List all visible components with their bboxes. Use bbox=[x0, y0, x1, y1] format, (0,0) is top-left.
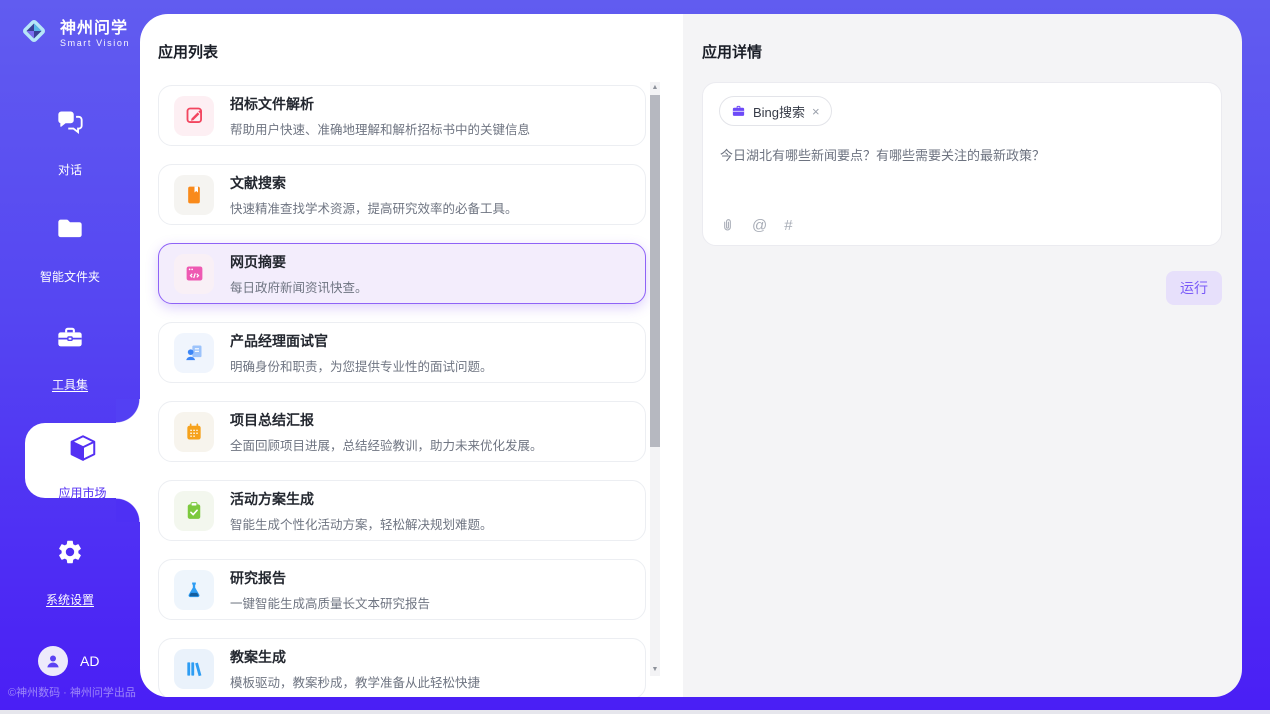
app-card-title: 招标文件解析 bbox=[230, 94, 530, 114]
brand-logo: 神州问学 Smart Vision bbox=[16, 13, 130, 54]
person-icon bbox=[43, 651, 63, 671]
lesson-books-icon bbox=[174, 649, 214, 689]
app-card-research-report[interactable]: 研究报告 一键智能生成高质量长文本研究报告 bbox=[158, 559, 646, 620]
app-card-project-summary[interactable]: 项目总结汇报 全面回顾项目进展，总结经验教训，助力未来优化发展。 bbox=[158, 401, 646, 462]
app-detail-title: 应用详情 bbox=[702, 41, 762, 62]
app-list-title: 应用列表 bbox=[158, 41, 218, 62]
folder-icon bbox=[56, 215, 84, 243]
scrollbar-thumb[interactable] bbox=[650, 95, 660, 447]
chat-icon bbox=[56, 108, 84, 136]
app-card-title: 产品经理面试官 bbox=[230, 331, 493, 351]
app-card-description: 帮助用户快速、准确地理解和解析招标书中的关键信息 bbox=[230, 119, 530, 138]
tab-notch-top bbox=[116, 399, 140, 423]
project-report-icon bbox=[174, 412, 214, 452]
app-card-description: 模板驱动，教案秒成，教学准备从此轻松快捷 bbox=[230, 672, 480, 691]
scroll-up-arrow-icon[interactable]: ▲ bbox=[650, 82, 660, 94]
sidebar-item-label: 系统设置 bbox=[46, 591, 94, 608]
sidebar-item-chat[interactable]: 对话 bbox=[0, 108, 140, 179]
app-card-description: 快速精准查找学术资源，提高研究效率的必备工具。 bbox=[230, 198, 518, 217]
paperclip-icon[interactable] bbox=[720, 217, 735, 233]
user-label: AD bbox=[80, 653, 99, 669]
sidebar-item-settings[interactable]: 系统设置 bbox=[0, 538, 140, 609]
sidebar: 神州问学 Smart Vision 对话 智能文件夹 bbox=[0, 0, 140, 710]
app-window: 神州问学 Smart Vision 对话 智能文件夹 bbox=[0, 0, 1270, 714]
hashtag-icon[interactable]: # bbox=[784, 218, 792, 233]
avatar bbox=[38, 646, 68, 676]
app-card-webpage-summary[interactable]: 网页摘要 每日政府新闻资讯快查。 bbox=[158, 243, 646, 304]
mention-icon[interactable]: @ bbox=[752, 218, 767, 233]
prompt-toolbar: @ # bbox=[720, 217, 793, 233]
chip-close-icon[interactable]: × bbox=[812, 105, 820, 118]
interviewer-person-icon bbox=[174, 333, 214, 373]
app-card-activity-plan[interactable]: 活动方案生成 智能生成个性化活动方案，轻松解决规划难题。 bbox=[158, 480, 646, 541]
app-card-title: 研究报告 bbox=[230, 568, 430, 588]
app-card-lesson-plan[interactable]: 教案生成 模板驱动，教案秒成，教学准备从此轻松快捷 bbox=[158, 638, 646, 697]
app-card-pm-interviewer[interactable]: 产品经理面试官 明确身份和职责，为您提供专业性的面试问题。 bbox=[158, 322, 646, 383]
sidebar-item-label: 智能文件夹 bbox=[40, 268, 100, 285]
prompt-text[interactable]: 今日湖北有哪些新闻要点？有哪些需要关注的最新政策？ bbox=[720, 145, 1205, 164]
bid-doc-edit-icon bbox=[174, 96, 214, 136]
tool-chip-bing-search[interactable]: Bing搜索 × bbox=[719, 96, 832, 126]
literature-book-icon bbox=[174, 175, 214, 215]
webpage-code-icon bbox=[174, 254, 214, 294]
diamond-gem-icon bbox=[16, 13, 52, 54]
research-flask-icon bbox=[174, 570, 214, 610]
app-list-panel: 应用列表 招标文件解析 帮助用户快速、准确地理解和解析招标书中的关键信息 bbox=[140, 14, 683, 697]
brand-text: 神州问学 Smart Vision bbox=[60, 20, 130, 48]
sidebar-item-label: 对话 bbox=[58, 161, 82, 178]
app-detail-panel: 应用详情 Bing搜索 × 今日湖北有哪些新闻要点？有哪些需要关注的最新政策？ bbox=[683, 14, 1242, 697]
copyright-footer: ©神州数码 · 神州问学出品 bbox=[8, 684, 140, 700]
app-card-description: 一键智能生成高质量长文本研究报告 bbox=[230, 593, 430, 612]
app-card-title: 网页摘要 bbox=[230, 252, 368, 272]
content-area: 应用列表 招标文件解析 帮助用户快速、准确地理解和解析招标书中的关键信息 bbox=[140, 14, 1242, 697]
scrollbar[interactable]: ▲ ▼ bbox=[650, 82, 660, 676]
briefcase-icon bbox=[731, 104, 746, 119]
cube-icon bbox=[68, 433, 98, 463]
app-card-description: 明确身份和职责，为您提供专业性的面试问题。 bbox=[230, 356, 493, 375]
app-card-description: 全面回顾项目进展，总结经验教训，助力未来优化发展。 bbox=[230, 435, 543, 454]
activity-clipboard-icon bbox=[174, 491, 214, 531]
app-card-description: 智能生成个性化活动方案，轻松解决规划难题。 bbox=[230, 514, 493, 533]
toolbox-icon bbox=[56, 323, 84, 351]
sidebar-item-label: 工具集 bbox=[52, 376, 88, 393]
run-button[interactable]: 运行 bbox=[1166, 271, 1222, 305]
scroll-down-arrow-icon[interactable]: ▼ bbox=[650, 664, 660, 676]
prompt-input-card[interactable]: Bing搜索 × 今日湖北有哪些新闻要点？有哪些需要关注的最新政策？ @ # bbox=[702, 82, 1222, 246]
app-card-title: 文献搜索 bbox=[230, 173, 518, 193]
gear-icon bbox=[56, 538, 84, 566]
run-button-row: 运行 bbox=[1166, 271, 1222, 305]
sidebar-item-smart-folder[interactable]: 智能文件夹 bbox=[0, 215, 140, 286]
app-card-title: 教案生成 bbox=[230, 647, 480, 667]
app-card-title: 项目总结汇报 bbox=[230, 410, 543, 430]
sidebar-item-toolset[interactable]: 工具集 bbox=[0, 323, 140, 394]
brand-name: 神州问学 bbox=[60, 20, 130, 38]
sidebar-item-label: 应用市场 bbox=[58, 484, 106, 501]
app-list: 招标文件解析 帮助用户快速、准确地理解和解析招标书中的关键信息 文献搜索 快速精… bbox=[158, 85, 646, 697]
app-card-title: 活动方案生成 bbox=[230, 489, 493, 509]
app-card-description: 每日政府新闻资讯快查。 bbox=[230, 277, 368, 296]
app-card-literature-search[interactable]: 文献搜索 快速精准查找学术资源，提高研究效率的必备工具。 bbox=[158, 164, 646, 225]
tool-chip-label: Bing搜索 bbox=[753, 102, 805, 121]
sidebar-item-app-market[interactable]: 应用市场 bbox=[25, 423, 140, 498]
app-card-bid-document-analysis[interactable]: 招标文件解析 帮助用户快速、准确地理解和解析招标书中的关键信息 bbox=[158, 85, 646, 146]
user-account[interactable]: AD bbox=[38, 646, 99, 676]
brand-subtitle: Smart Vision bbox=[60, 38, 130, 48]
